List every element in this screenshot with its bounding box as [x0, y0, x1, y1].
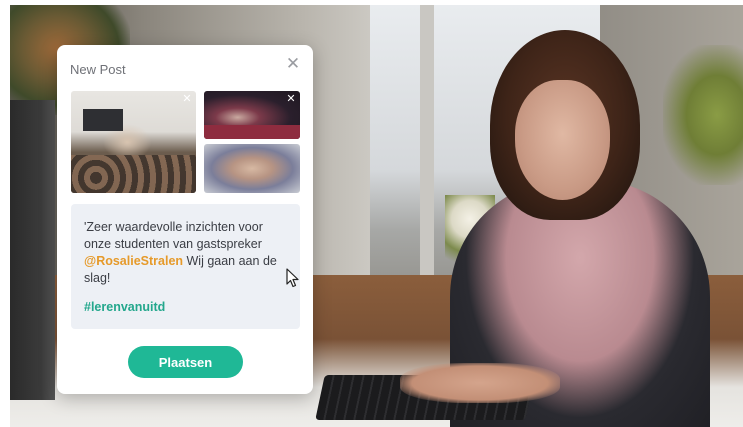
- typing-hands: [400, 363, 560, 403]
- window-frame: [420, 5, 434, 305]
- plant-right: [663, 45, 743, 185]
- remove-photo-icon[interactable]: ✕: [181, 93, 193, 105]
- photo-screen: [83, 109, 123, 131]
- close-icon[interactable]: ✕: [285, 56, 301, 73]
- dialog-title: New Post: [70, 62, 126, 77]
- remove-photo-icon[interactable]: ✕: [285, 93, 297, 105]
- attached-photo-3: [204, 144, 300, 193]
- mouse-pointer-icon: [286, 268, 299, 288]
- new-post-dialog: New Post ✕ ✕ ✕ 'Zeer waardevolle inzicht…: [57, 45, 313, 394]
- photo-stage: [204, 125, 300, 139]
- photo-audience: [71, 155, 196, 193]
- post-hashtag: #lerenvanuitd: [84, 300, 166, 314]
- monitor: [10, 100, 55, 400]
- attached-photo-2: ✕: [204, 91, 300, 139]
- post-text: 'Zeer waardevolle inzichten voor onze st…: [84, 220, 263, 251]
- post-text-area[interactable]: 'Zeer waardevolle inzichten voor onze st…: [71, 204, 300, 329]
- attached-photo-1: ✕: [71, 91, 196, 193]
- person-face: [515, 80, 610, 200]
- post-mention: @RosalieStralen: [84, 254, 184, 268]
- publish-button[interactable]: Plaatsen: [128, 346, 243, 378]
